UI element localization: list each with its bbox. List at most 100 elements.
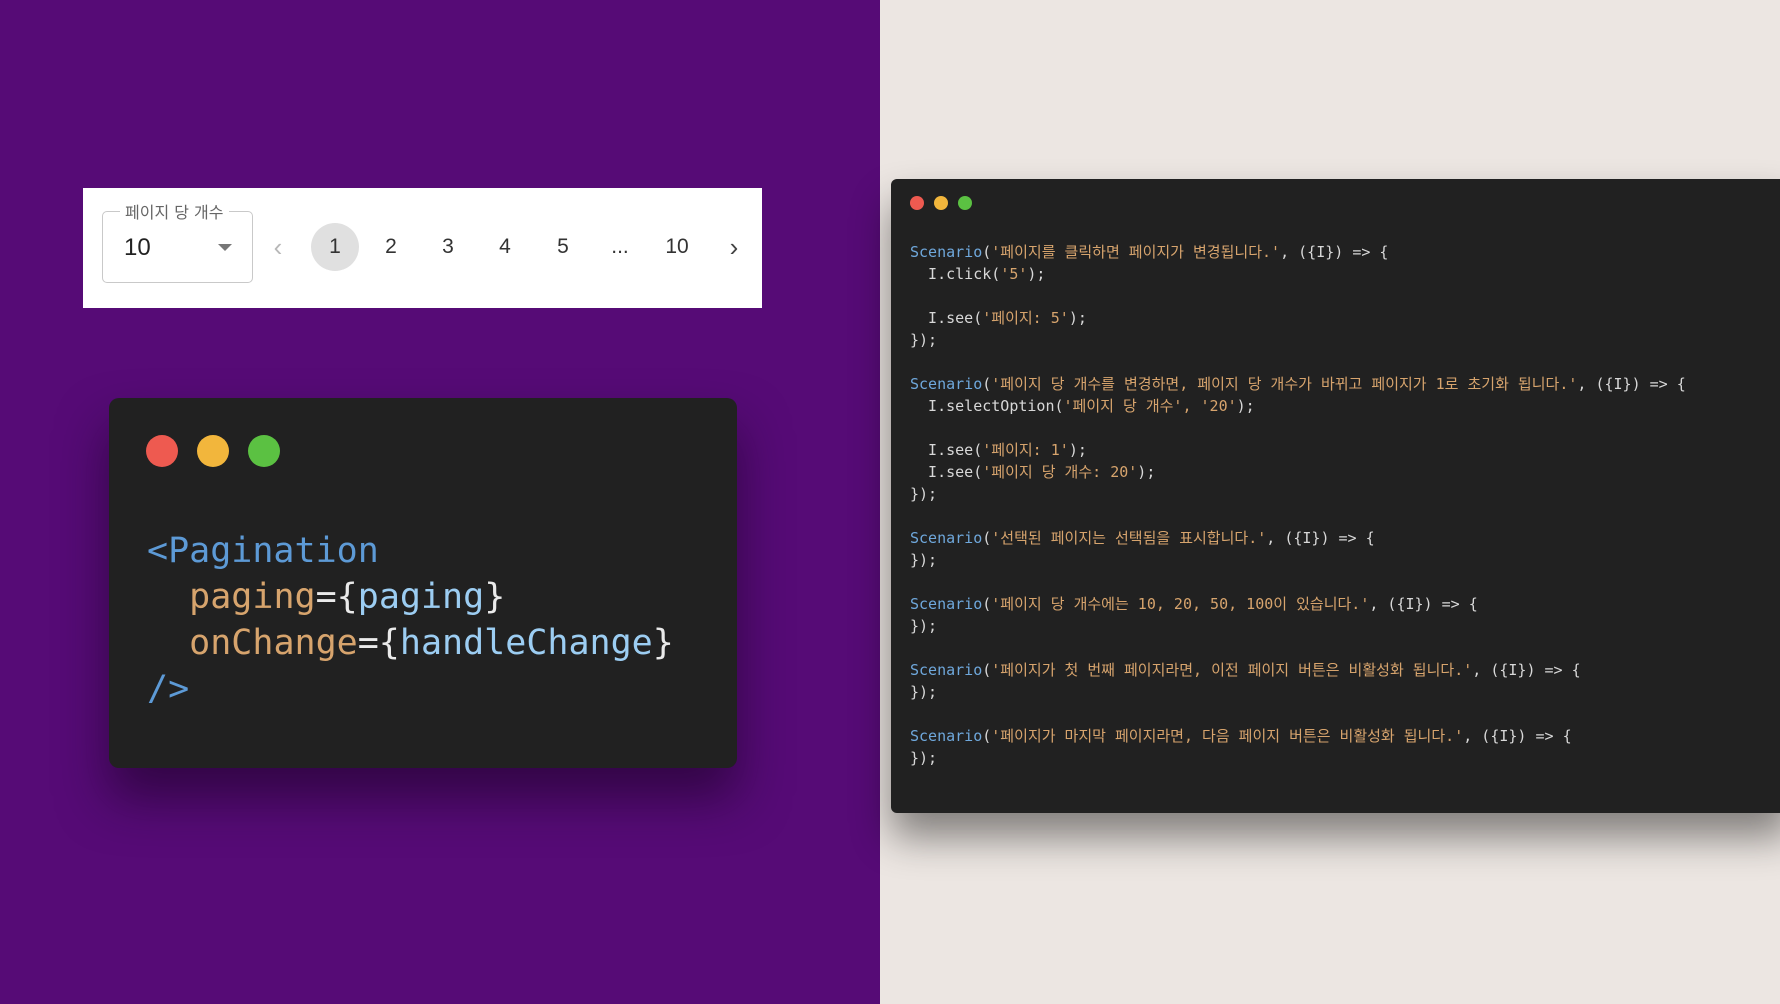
code-line: onChange={handleChange}: [147, 620, 674, 666]
scenario-header: Scenario('페이지를 클릭하면 페이지가 변경됩니다.', ({I}) …: [910, 241, 1780, 263]
scenario-step: I.click('5');: [910, 263, 1780, 285]
scenario-header: Scenario('페이지가 첫 번째 페이지라면, 이전 페이지 버튼은 비활…: [910, 659, 1780, 681]
step-call: I.see(: [910, 441, 983, 459]
jsx-attr: paging: [189, 577, 316, 617]
close-dot-icon: [146, 435, 178, 467]
scenario-args: , ({I}) => {: [1369, 595, 1478, 613]
step-argument: '5': [1000, 265, 1028, 283]
scenario-header: Scenario('페이지 당 개수를 변경하면, 페이지 당 개수가 바뀌고 …: [910, 373, 1780, 395]
scenario-step: I.see('페이지: 1');: [910, 439, 1780, 461]
scenario-args: , ({I}) => {: [1280, 243, 1389, 261]
jsx-code-block: <Pagination paging={paging} onChange={ha…: [147, 528, 674, 712]
step-argument: '페이지: 1': [982, 441, 1069, 459]
step-end: );: [1027, 265, 1046, 283]
page-navigation: ‹ 1 2 3 4 5 ... 10 ›: [263, 223, 753, 273]
scenario-step: I.selectOption('페이지 당 개수', '20');: [910, 395, 1780, 417]
page-size-label: 페이지 당 개수: [120, 199, 229, 223]
step-call: I.click(: [910, 265, 1001, 283]
scenario-title: '선택된 페이지는 선택됨을 표시합니다.': [991, 529, 1267, 547]
jsx-close-brace: }: [652, 623, 674, 663]
dropdown-caret-icon: [218, 244, 232, 251]
paren-open: (: [982, 595, 992, 613]
page-button-3[interactable]: 3: [424, 223, 472, 271]
pagination-card: 페이지 당 개수 10 ‹ 1 2 3 4 5 ... 10 ›: [83, 188, 762, 308]
scenario-step: I.see('페이지: 5');: [910, 307, 1780, 329]
minimize-dot-icon: [934, 196, 948, 210]
scenario-title: '페이지가 첫 번째 페이지라면, 이전 페이지 버튼은 비활성화 됩니다.': [991, 661, 1473, 679]
maximize-dot-icon: [248, 435, 280, 467]
step-end: );: [1236, 397, 1255, 415]
minimize-dot-icon: [197, 435, 229, 467]
jsx-code-window: <Pagination paging={paging} onChange={ha…: [109, 398, 737, 768]
scenario-keyword: Scenario: [910, 727, 983, 745]
scenario-header: Scenario('페이지가 마지막 페이지라면, 다음 페이지 버튼은 비활성…: [910, 725, 1780, 747]
scenario-step: I.see('페이지 당 개수: 20');: [910, 461, 1780, 483]
page-size-value: 10: [124, 234, 151, 261]
scenario-args: , ({I}) => {: [1266, 529, 1375, 547]
paren-open: (: [982, 661, 992, 679]
jsx-eq: ={: [357, 623, 400, 663]
paren-open: (: [982, 243, 992, 261]
jsx-close-brace: }: [484, 577, 506, 617]
jsx-tag-close: />: [147, 669, 190, 709]
scenario-keyword: Scenario: [910, 529, 983, 547]
code-line: paging={paging}: [147, 574, 674, 620]
scenario-code-block: Scenario('페이지를 클릭하면 페이지가 변경됩니다.', ({I}) …: [910, 241, 1780, 769]
scenario-closer: });: [910, 683, 938, 701]
scenario-keyword: Scenario: [910, 595, 983, 613]
chevron-left-icon[interactable]: ‹: [254, 223, 302, 271]
jsx-eq: ={: [315, 577, 358, 617]
step-call: I.selectOption(: [910, 397, 1064, 415]
maximize-dot-icon: [958, 196, 972, 210]
jsx-value: handleChange: [399, 623, 653, 663]
step-argument: '페이지 당 개수: 20': [982, 463, 1138, 481]
scenario-args: , ({I}) => {: [1577, 375, 1686, 393]
scenario-code-window: Scenario('페이지를 클릭하면 페이지가 변경됩니다.', ({I}) …: [891, 179, 1780, 813]
paren-open: (: [982, 529, 992, 547]
page-button-5[interactable]: 5: [539, 223, 587, 271]
page-ellipsis: ...: [611, 235, 629, 258]
scenario-title: '페이지가 마지막 페이지라면, 다음 페이지 버튼은 비활성화 됩니다.': [991, 727, 1464, 745]
scenario-title: '페이지 당 개수를 변경하면, 페이지 당 개수가 바뀌고 페이지가 1로 초…: [991, 375, 1578, 393]
scenario-keyword: Scenario: [910, 243, 983, 261]
jsx-tag-open: <Pagination: [147, 531, 379, 571]
close-dot-icon: [910, 196, 924, 210]
page-button-1[interactable]: 1: [311, 223, 359, 271]
step-end: );: [1068, 309, 1087, 327]
page-button-4[interactable]: 4: [481, 223, 529, 271]
step-end: );: [1137, 463, 1156, 481]
scenario-header: Scenario('페이지 당 개수에는 10, 20, 50, 100이 있습…: [910, 593, 1780, 615]
paren-open: (: [982, 727, 992, 745]
scenario-closer: });: [910, 749, 938, 767]
code-line: />: [147, 666, 674, 712]
scenario-closer: });: [910, 485, 938, 503]
step-end: );: [1068, 441, 1087, 459]
scenario-keyword: Scenario: [910, 661, 983, 679]
jsx-attr: onChange: [189, 623, 358, 663]
scenario-header: Scenario('선택된 페이지는 선택됨을 표시합니다.', ({I}) =…: [910, 527, 1780, 549]
code-line: <Pagination: [147, 528, 674, 574]
page-button-10[interactable]: 10: [653, 223, 701, 271]
page-size-select[interactable]: 페이지 당 개수 10: [102, 199, 253, 283]
step-argument: '페이지 당 개수', '20': [1063, 397, 1237, 415]
scenario-keyword: Scenario: [910, 375, 983, 393]
page-button-2[interactable]: 2: [367, 223, 415, 271]
scenario-args: , ({I}) => {: [1472, 661, 1581, 679]
scenario-closer: });: [910, 331, 938, 349]
paren-open: (: [982, 375, 992, 393]
step-call: I.see(: [910, 309, 983, 327]
scenario-args: , ({I}) => {: [1463, 727, 1572, 745]
scenario-closer: });: [910, 617, 938, 635]
scenario-closer: });: [910, 551, 938, 569]
scenario-title: '페이지를 클릭하면 페이지가 변경됩니다.': [991, 243, 1281, 261]
chevron-right-icon[interactable]: ›: [710, 223, 758, 271]
step-call: I.see(: [910, 463, 983, 481]
jsx-value: paging: [357, 577, 485, 617]
